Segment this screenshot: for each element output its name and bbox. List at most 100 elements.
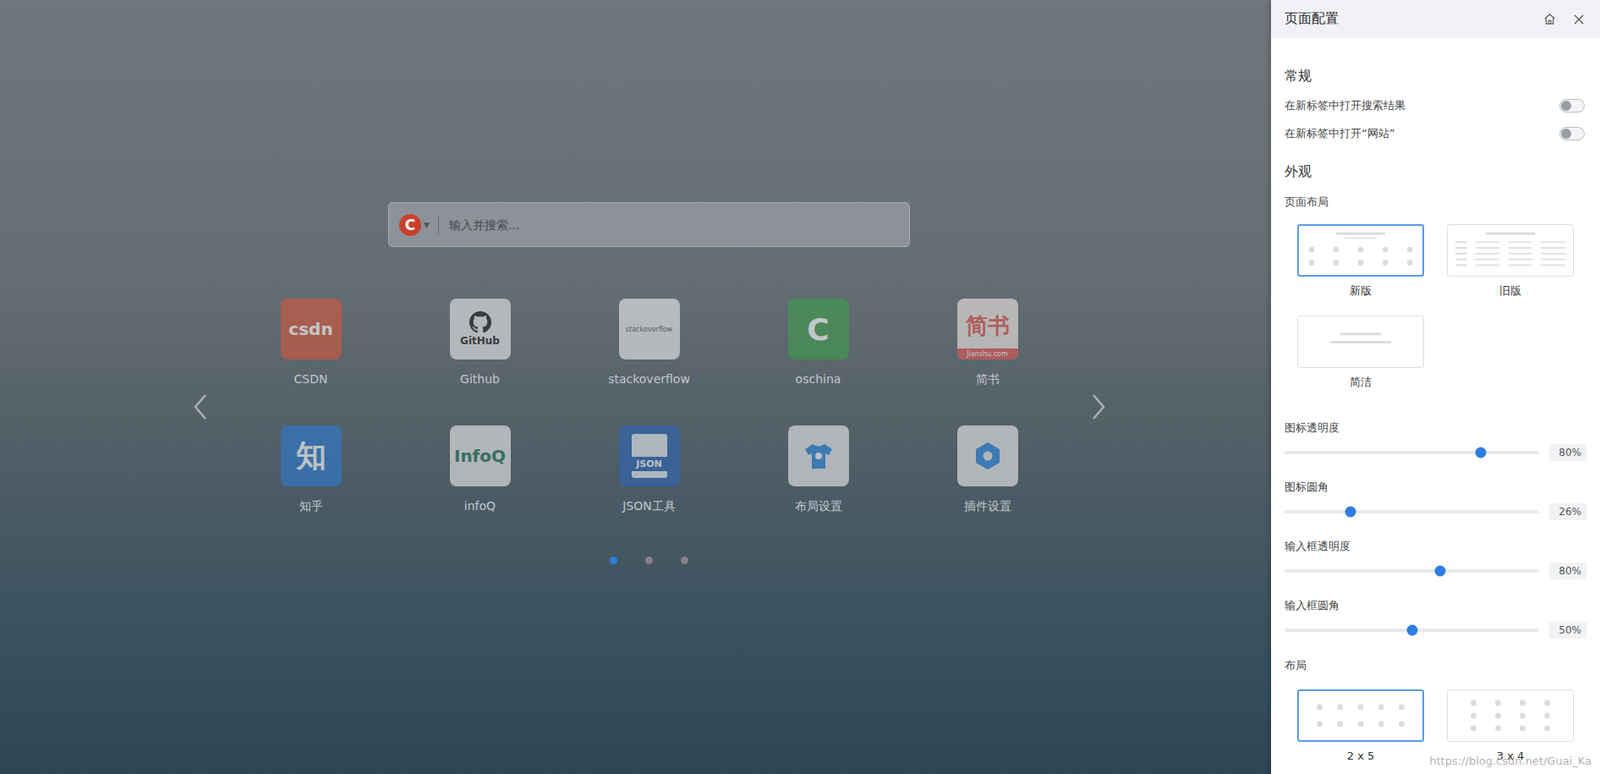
shortcut-tile[interactable]: GitHub Github <box>395 298 565 388</box>
grid-preview-icon <box>1298 690 1423 741</box>
shortcut-tile[interactable]: 布局设置 <box>734 425 904 515</box>
page-dot[interactable] <box>645 556 653 565</box>
shortcut-label: 布局设置 <box>794 498 843 515</box>
shortcut-tile[interactable]: csdn CSDN <box>226 298 396 388</box>
shortcut-logo: GitHub <box>449 298 511 360</box>
shortcut-logo: csdn <box>280 298 342 360</box>
octocat-icon <box>469 311 492 334</box>
watermark: https://blog.csdn.net/Guai_Ka <box>1429 754 1592 768</box>
logo-text: JSON <box>631 456 668 472</box>
app: C ▼ csdn CSDN GitHub Githubstackoverflow… <box>0 0 1600 774</box>
layout-preview-icon <box>1447 224 1573 276</box>
new-tab-page: C ▼ csdn CSDN GitHub Githubstackoverflow… <box>0 0 1272 774</box>
toggle-row: 在新标签中打开搜索结果 <box>1284 91 1587 120</box>
shortcut-tile[interactable]: stackoverflow stackoverflow <box>564 298 735 388</box>
page-dot[interactable] <box>609 556 618 565</box>
shortcut-label: oschina <box>795 372 842 386</box>
shortcut-tile[interactable]: 简书 Jianshu.com 简书 <box>903 298 1073 388</box>
shortcut-tile[interactable]: 知 知乎 <box>226 425 396 515</box>
slider-setting: 输入框圆角 50% <box>1284 598 1587 639</box>
shortcut-label: 知乎 <box>299 498 324 515</box>
page-dots <box>609 556 689 565</box>
hexagon-icon <box>971 439 1004 472</box>
shortcut-logo <box>788 425 850 487</box>
slider-label: 输入框圆角 <box>1284 598 1587 613</box>
grid-option-label: 3 x 4 <box>1496 748 1525 763</box>
shortcut-tile[interactable]: C oschina <box>734 298 904 388</box>
subsection-title: 布局 <box>1284 658 1587 673</box>
page-dot[interactable] <box>680 556 689 565</box>
next-page-icon[interactable] <box>1085 389 1112 424</box>
slider-handle[interactable] <box>1345 506 1357 518</box>
panel-title: 页面配置 <box>1284 10 1339 28</box>
shortcut-tile[interactable]: JSON JSON工具 <box>564 425 735 515</box>
settings-panel: 页面配置 常规 在新标签中打开搜索结果 在新标签中打开“网站” 外观 页面布局 … <box>1271 0 1600 774</box>
slider-setting: 图标圆角 26% <box>1284 480 1587 521</box>
layout-preview <box>1446 224 1574 277</box>
grid-option-label: 2 x 5 <box>1347 748 1376 763</box>
grid-preview-icon <box>1447 690 1573 741</box>
slider-handle[interactable] <box>1434 565 1446 577</box>
slider-handle[interactable] <box>1406 624 1418 636</box>
logo-text: 简书 <box>965 311 1010 341</box>
logo-text: InfoQ <box>454 445 506 466</box>
engine-logo: C <box>399 213 422 236</box>
layout-option[interactable]: 新版 <box>1297 224 1425 298</box>
layout-preview <box>1297 315 1425 368</box>
slider-label: 图标透明度 <box>1284 421 1587 435</box>
slider-value: 80% <box>1549 443 1587 461</box>
slider-setting: 图标透明度 80% <box>1284 421 1587 461</box>
layout-option-label: 旧版 <box>1499 283 1522 298</box>
panel-body: 常规 在新标签中打开搜索结果 在新标签中打开“网站” 外观 页面布局 新版 旧版… <box>1271 38 1600 763</box>
shortcut-label: infoQ <box>464 498 496 513</box>
shortcut-tile[interactable]: 插件设置 <box>903 425 1073 515</box>
logo-subtext: Jianshu.com <box>957 348 1019 360</box>
shortcut-label: CSDN <box>294 372 329 386</box>
close-icon[interactable] <box>1572 13 1585 26</box>
shortcut-logo <box>957 425 1019 487</box>
shortcut-logo: 简书 Jianshu.com <box>957 298 1019 360</box>
panel-header: 页面配置 <box>1271 0 1600 39</box>
slider-label: 输入框透明度 <box>1284 539 1587 554</box>
slider-track[interactable] <box>1284 569 1540 573</box>
logo-text: GitHub <box>460 334 500 347</box>
shortcut-logo: 知 <box>280 425 342 487</box>
engine-caret: ▼ <box>423 220 430 230</box>
logo-text: 知 <box>295 435 327 477</box>
toggle-label: 在新标签中打开搜索结果 <box>1284 98 1406 113</box>
layout-option[interactable]: 简洁 <box>1297 315 1425 390</box>
shortcut-label: 简书 <box>975 372 1000 388</box>
shortcut-label: 插件设置 <box>964 498 1012 515</box>
shortcut-logo: stackoverflow <box>619 298 680 360</box>
grid-layout-options: 2 x 5 3 x 4 <box>1284 689 1587 763</box>
search-box[interactable]: C ▼ <box>388 202 910 247</box>
layout-option-label: 简洁 <box>1349 374 1372 390</box>
shortcut-label: Github <box>460 372 500 386</box>
shortcut-tile[interactable]: InfoQ infoQ <box>395 425 565 515</box>
switch-knob <box>1561 100 1572 111</box>
layout-preview-icon <box>1298 224 1423 276</box>
slider-label: 图标圆角 <box>1284 480 1587 494</box>
search-engine-selector[interactable]: C ▼ <box>399 213 430 236</box>
prev-page-icon[interactable] <box>187 389 214 424</box>
search-input[interactable] <box>447 217 899 233</box>
grid-option[interactable]: 2 x 5 <box>1297 689 1425 763</box>
toggle-switch[interactable] <box>1559 126 1585 141</box>
logo-text: csdn <box>288 318 333 340</box>
grid-preview <box>1297 689 1425 742</box>
section-title: 常规 <box>1284 66 1587 86</box>
slider-track[interactable] <box>1284 509 1540 514</box>
shortcut-logo: InfoQ <box>449 425 511 487</box>
grid-option[interactable]: 3 x 4 <box>1446 689 1574 763</box>
home-icon[interactable] <box>1543 12 1557 26</box>
shortcut-logo: JSON <box>619 425 680 487</box>
shortcut-grid: csdn CSDN GitHub Githubstackoverflow sta… <box>226 298 1073 515</box>
layout-option[interactable]: 旧版 <box>1446 224 1574 298</box>
section-title: 外观 <box>1284 162 1587 181</box>
toggle-switch[interactable] <box>1559 98 1585 113</box>
logo-text: stackoverflow <box>625 325 673 334</box>
slider-value: 26% <box>1549 503 1587 521</box>
slider-handle[interactable] <box>1474 447 1486 459</box>
slider-track[interactable] <box>1284 450 1540 455</box>
slider-track[interactable] <box>1284 628 1540 632</box>
